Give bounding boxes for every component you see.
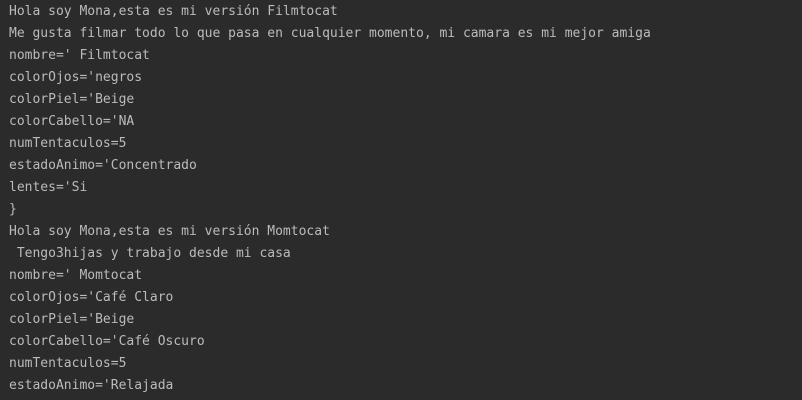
console-output[interactable]: Hola soy Mona,esta es mi versión Filmtoc…	[0, 0, 802, 400]
console-line: colorPiel='Beige	[9, 92, 135, 107]
console-line: }	[9, 202, 17, 217]
console-line: numTentaculos=5	[9, 136, 127, 151]
console-line: colorOjos='negros	[9, 70, 143, 85]
console-line: Tengo3hijas y trabajo desde mi casa	[9, 246, 291, 261]
console-line: nombre=' Filmtocat	[9, 48, 150, 63]
console-line: estadoAnimo='Concentrado	[9, 158, 197, 173]
console-line: Hola soy Mona,esta es mi versión Filmtoc…	[9, 4, 338, 19]
console-line: estadoAnimo='Relajada	[9, 378, 174, 393]
console-line: lentes='Si	[9, 180, 88, 195]
console-line: colorOjos='Café Claro	[9, 290, 174, 305]
console-line: colorCabello='Café Oscuro	[9, 334, 205, 349]
console-line: Me gusta filmar todo lo que pasa en cual…	[9, 26, 651, 41]
console-line: colorPiel='Beige	[9, 312, 135, 327]
console-line: Hola soy Mona,esta es mi versión Momtoca…	[9, 224, 330, 239]
console-line: numTentaculos=5	[9, 356, 127, 371]
console-line: nombre=' Momtocat	[9, 268, 143, 283]
console-line: colorCabello='NA	[9, 114, 135, 129]
